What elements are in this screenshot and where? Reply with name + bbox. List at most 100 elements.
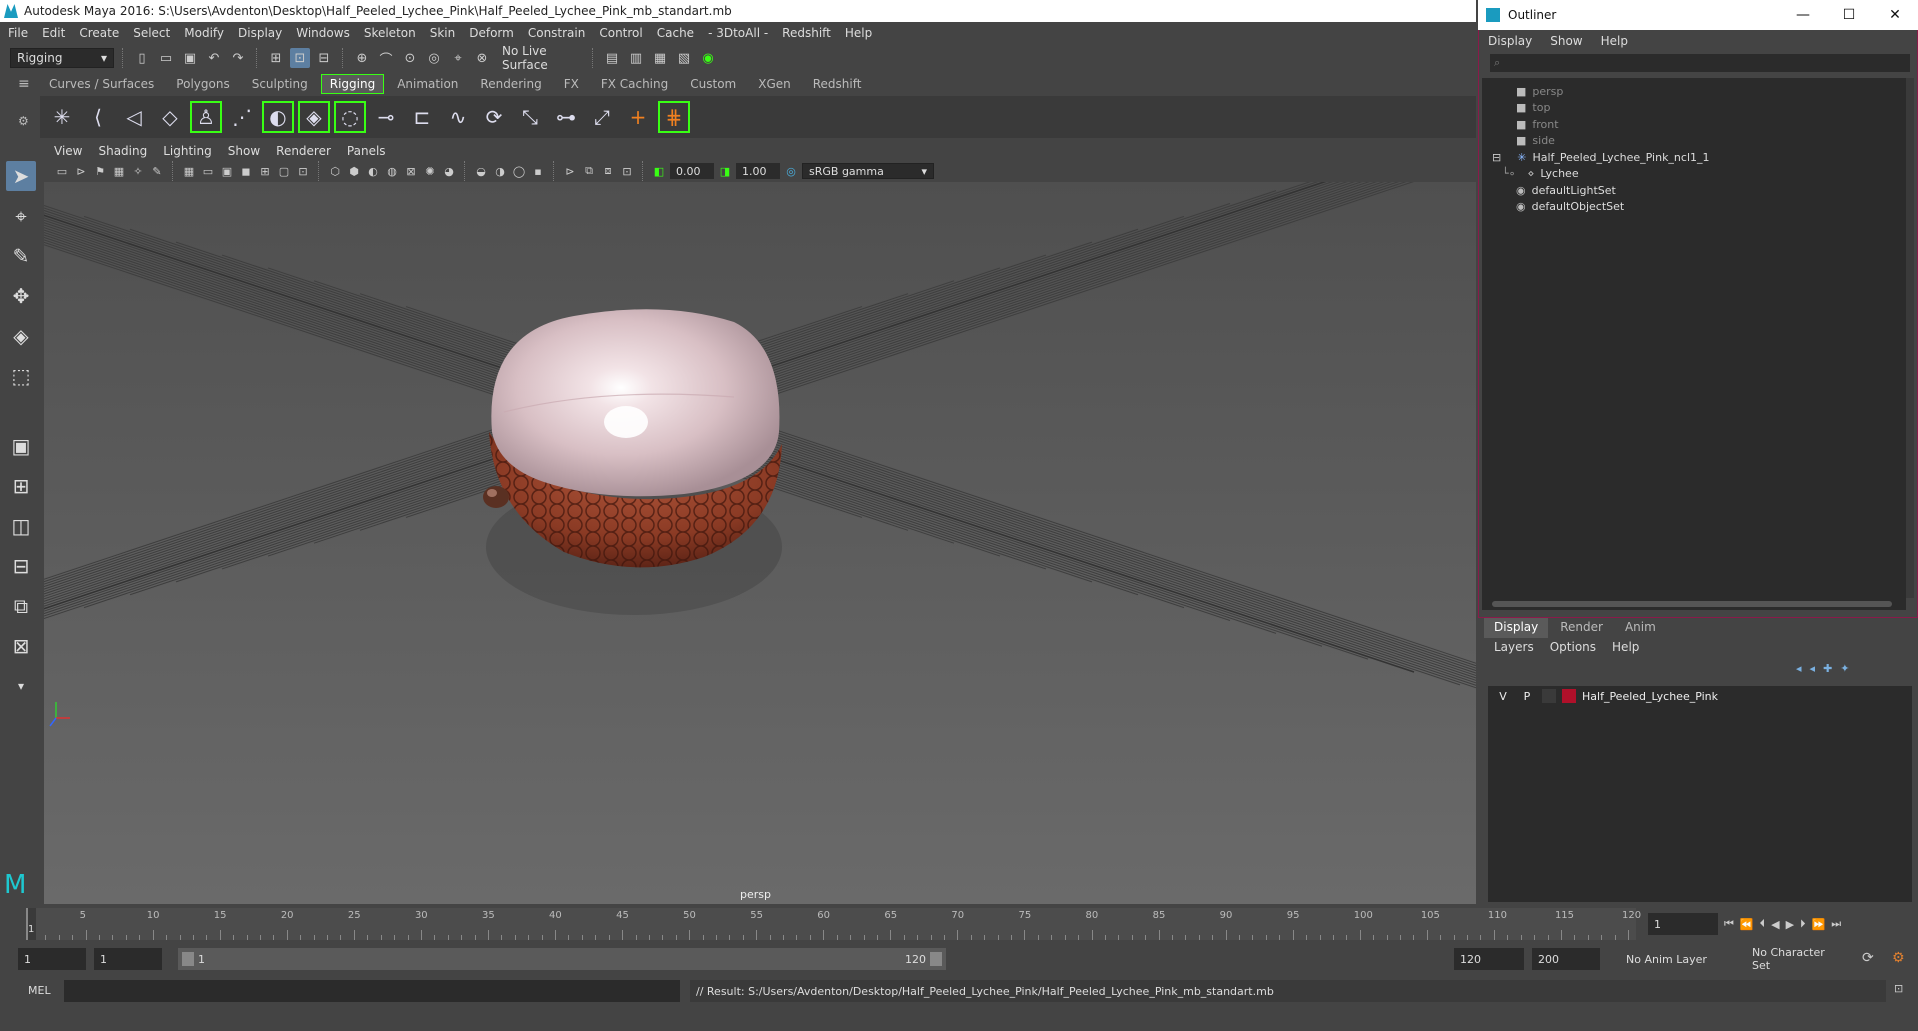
panel-menu-panels[interactable]: Panels bbox=[347, 144, 386, 158]
select-hierarchy-icon[interactable]: ⊞ bbox=[266, 48, 286, 68]
shadows-icon[interactable]: ◕ bbox=[441, 163, 457, 179]
pole-vector-icon[interactable]: ⤢ bbox=[586, 101, 618, 133]
grease-pencil-icon[interactable]: ✎ bbox=[149, 163, 165, 179]
grid-toggle-icon[interactable]: ▦ bbox=[181, 163, 197, 179]
outliner-item[interactable]: ■ top bbox=[1516, 99, 1550, 117]
play-backward-icon[interactable]: ◀ bbox=[1771, 918, 1779, 931]
scale-constraint-icon[interactable]: ⤡ bbox=[514, 101, 546, 133]
xray-icon[interactable]: ⧉ bbox=[581, 163, 597, 179]
shelf-settings-gear-icon[interactable]: ⚙ bbox=[18, 114, 36, 132]
shelf-tab-fx-caching[interactable]: FX Caching bbox=[592, 74, 677, 94]
menu-control[interactable]: Control bbox=[599, 26, 642, 40]
new-scene-icon[interactable]: ▯ bbox=[132, 48, 152, 68]
render-frame-icon[interactable]: ▥ bbox=[626, 48, 646, 68]
single-view-icon[interactable]: ▣ bbox=[6, 431, 36, 461]
layer-tab-render[interactable]: Render bbox=[1550, 618, 1613, 638]
image-plane-icon[interactable]: ▦ bbox=[111, 163, 127, 179]
outliner-item[interactable]: ■ front bbox=[1516, 115, 1559, 133]
panel-menu-shading[interactable]: Shading bbox=[98, 144, 147, 158]
xray-active-icon[interactable]: ⊡ bbox=[619, 163, 635, 179]
script-editor-icon[interactable]: ⊡ bbox=[1894, 982, 1903, 995]
outliner-item[interactable]: ■ persp bbox=[1516, 82, 1563, 100]
undo-icon[interactable]: ↶ bbox=[204, 48, 224, 68]
range-slider-bar[interactable]: 1 120 bbox=[178, 948, 946, 970]
outliner-menu-display[interactable]: Display bbox=[1488, 34, 1532, 48]
use-all-lights-icon[interactable]: ✺ bbox=[422, 163, 438, 179]
layer-visibility-toggle[interactable]: V bbox=[1494, 690, 1512, 703]
field-chart-icon[interactable]: ⊞ bbox=[257, 163, 273, 179]
snap-curve-icon[interactable]: ⌒ bbox=[376, 48, 396, 68]
ipr-render-icon[interactable]: ▦ bbox=[650, 48, 670, 68]
cluster-icon[interactable]: + bbox=[622, 101, 654, 133]
menu-deform[interactable]: Deform bbox=[469, 26, 514, 40]
textured-icon[interactable]: ⊠ bbox=[403, 163, 419, 179]
menu-3dtoall[interactable]: - 3DtoAll - bbox=[708, 26, 768, 40]
step-back-key-icon[interactable]: ⏪ bbox=[1740, 918, 1754, 931]
orient-constraint-icon[interactable]: ⟳ bbox=[478, 101, 510, 133]
exposure-field[interactable]: 0.00 bbox=[670, 163, 714, 179]
outliner-item[interactable]: └∘ ⋄ Lychee bbox=[1502, 165, 1579, 183]
layer-tab-display[interactable]: Display bbox=[1484, 618, 1549, 638]
panel-menu-view[interactable]: View bbox=[54, 144, 82, 158]
render-view-icon[interactable]: ▤ bbox=[602, 48, 622, 68]
new-layer-selected-icon[interactable]: ✦ bbox=[1840, 662, 1849, 680]
xray-joints-icon[interactable]: ⧈ bbox=[600, 163, 616, 179]
hypershade-layout-icon[interactable]: ⊠ bbox=[6, 631, 36, 661]
outliner-menu-help[interactable]: Help bbox=[1601, 34, 1628, 48]
minimize-icon[interactable]: — bbox=[1780, 0, 1826, 30]
go-to-end-icon[interactable]: ⏭ bbox=[1831, 917, 1841, 931]
smooth-shade-icon[interactable]: ⬢ bbox=[346, 163, 362, 179]
command-input[interactable] bbox=[64, 980, 680, 1002]
render-settings-icon[interactable]: ▧ bbox=[674, 48, 694, 68]
layer-color-swatch[interactable] bbox=[1562, 689, 1576, 703]
motion-blur-icon[interactable]: ◑ bbox=[492, 163, 508, 179]
orient-joint-icon[interactable]: ◇ bbox=[154, 101, 186, 133]
time-slider-track[interactable]: 5 10 15 20 25 30 35 40 45 50 55 60 65 70 75 80 85 90 95 100… bbox=[26, 908, 1641, 940]
use-default-material-icon[interactable]: ◐ bbox=[365, 163, 381, 179]
range-start-handle[interactable] bbox=[182, 952, 194, 966]
parent-constraint-icon[interactable]: ⊶ bbox=[550, 101, 582, 133]
menuset-dropdown[interactable]: Rigging ▾ bbox=[10, 48, 114, 68]
gate-mask-icon[interactable]: ◼ bbox=[238, 163, 254, 179]
menu-help[interactable]: Help bbox=[845, 26, 872, 40]
menu-skeleton[interactable]: Skeleton bbox=[364, 26, 416, 40]
persp-graph-icon[interactable]: ⧉ bbox=[6, 591, 36, 621]
layer-tab-anim[interactable]: Anim bbox=[1615, 618, 1666, 638]
insert-joint-icon[interactable]: ⟨ bbox=[82, 101, 114, 133]
lasso-tool-icon[interactable]: ⌖ bbox=[6, 201, 36, 231]
camera-attr-icon[interactable]: ⊳ bbox=[73, 163, 89, 179]
layer-menu-help[interactable]: Help bbox=[1612, 640, 1639, 660]
outliner-item[interactable]: ■ side bbox=[1516, 132, 1555, 150]
select-component-icon[interactable]: ⊟ bbox=[314, 48, 334, 68]
close-icon[interactable]: ✕ bbox=[1872, 0, 1918, 30]
menu-constrain[interactable]: Constrain bbox=[528, 26, 586, 40]
save-scene-icon[interactable]: ▣ bbox=[180, 48, 200, 68]
multisample-aa-icon[interactable]: ◯ bbox=[511, 163, 527, 179]
depth-of-field-icon[interactable]: ▪ bbox=[530, 163, 546, 179]
animation-prefs-icon[interactable]: ⚙ bbox=[1892, 950, 1905, 966]
isolate-select-icon[interactable]: ⊳ bbox=[562, 163, 578, 179]
step-back-frame-icon[interactable]: ⏴ bbox=[1760, 917, 1766, 931]
move-layer-up-icon[interactable]: ◂ bbox=[1796, 662, 1802, 680]
auto-key-icon[interactable]: ⟳ bbox=[1862, 950, 1874, 966]
maximize-icon[interactable]: ☐ bbox=[1826, 0, 1872, 30]
gamma-icon[interactable]: ◨ bbox=[717, 163, 733, 179]
layer-display-type-toggle[interactable] bbox=[1542, 689, 1556, 703]
character-set-dropdown[interactable]: No Character Set bbox=[1746, 946, 1846, 972]
paint-weights-icon[interactable]: ◌ bbox=[334, 101, 366, 133]
layer-menu-options[interactable]: Options bbox=[1550, 640, 1596, 660]
shelf-tab-xgen[interactable]: XGen bbox=[749, 74, 800, 94]
resolution-gate-icon[interactable]: ▣ bbox=[219, 163, 235, 179]
menu-skin[interactable]: Skin bbox=[430, 26, 456, 40]
colorspace-dropdown[interactable]: sRGB gamma ▾ bbox=[802, 163, 934, 179]
four-view-icon[interactable]: ⊞ bbox=[6, 471, 36, 501]
shelf-tab-custom[interactable]: Custom bbox=[681, 74, 745, 94]
move-layer-down-icon[interactable]: ◂ bbox=[1810, 662, 1816, 680]
script-language-toggle[interactable]: MEL bbox=[28, 984, 51, 997]
outliner-vertical-scrollbar[interactable] bbox=[1906, 78, 1914, 598]
range-end-handle[interactable] bbox=[930, 952, 942, 966]
snap-grid-icon[interactable]: ⊕ bbox=[352, 48, 372, 68]
perspective-viewport[interactable] bbox=[44, 182, 1476, 904]
shelf-tab-rendering[interactable]: Rendering bbox=[471, 74, 550, 94]
make-live-icon[interactable]: ⊗ bbox=[472, 48, 492, 68]
